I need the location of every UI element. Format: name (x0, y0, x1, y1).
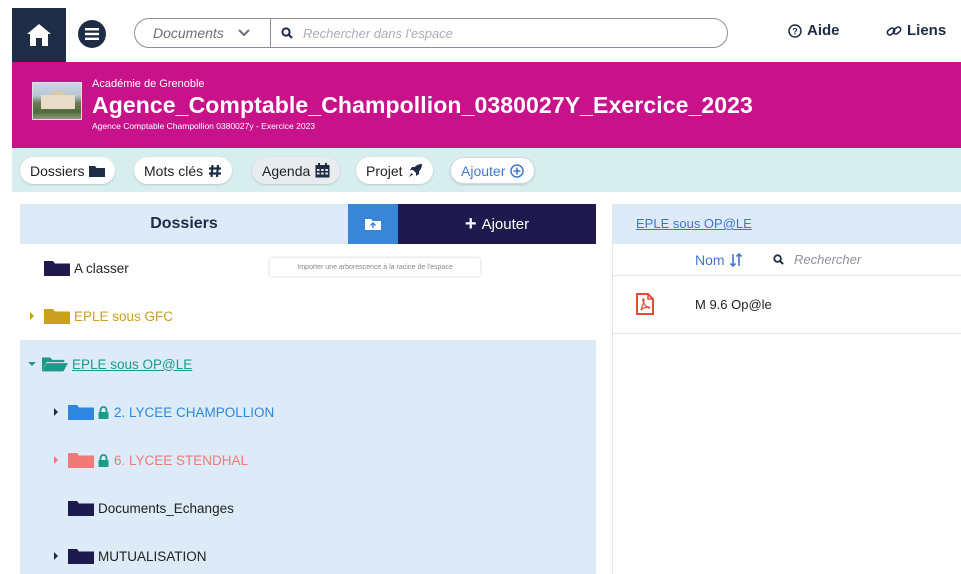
tab-agenda-label: Agenda (262, 162, 311, 179)
tree-item-label: 2. LYCEE CHAMPOLLION (114, 404, 275, 420)
lock-icon (98, 405, 109, 419)
add-folder-label: Ajouter (481, 215, 530, 233)
space-photo (32, 82, 82, 120)
tree-item-label: 6. LYCEE STENDHAL (114, 452, 249, 468)
academy-label: Académie de Grenoble (92, 78, 205, 90)
hash-icon (209, 164, 222, 177)
tab-projet-label: Projet (366, 162, 403, 179)
caret-down-icon (28, 362, 36, 366)
search-input[interactable] (303, 25, 683, 41)
tab-mots-cles-label: Mots clés (144, 162, 204, 179)
breadcrumb[interactable]: EPLE sous OP@LE (636, 216, 752, 231)
links-label: Liens (907, 22, 947, 39)
svg-text:?: ? (792, 26, 798, 36)
search-bar: Documents (134, 18, 728, 48)
document-search-input[interactable] (794, 252, 954, 267)
search-icon (773, 254, 784, 265)
chevron-down-icon (238, 29, 250, 37)
tree-item-label: MUTUALISATION (98, 548, 207, 564)
documents-panel-header: EPLE sous OP@LE (613, 204, 961, 244)
caret-right-icon (54, 552, 58, 560)
plus-circle-icon (510, 163, 525, 178)
top-bar: Documents ? Aide Liens (0, 0, 961, 62)
tree-item-eple-ople[interactable]: EPLE sous OP@LE (20, 340, 596, 388)
file-row[interactable]: M 9.6 Op@le (613, 276, 961, 334)
column-name-label: Nom (695, 251, 725, 268)
help-label: Aide (807, 22, 840, 39)
tabs-bar: Dossiers Mots clés Agenda Projet Ajouter (12, 148, 961, 192)
caret-right-icon (54, 456, 58, 464)
import-folder-button[interactable] (348, 204, 398, 244)
tree-item-eple-gfc[interactable]: EPLE sous GFC (20, 292, 596, 340)
tree-item-label: EPLE sous GFC (74, 308, 174, 324)
tab-mots-cles[interactable]: Mots clés (134, 157, 233, 184)
folders-panel-header: Dossiers + Ajouter (20, 204, 596, 244)
tree-item-lycee-champollion[interactable]: 2. LYCEE CHAMPOLLION (20, 388, 596, 436)
tab-projet[interactable]: Projet (356, 157, 433, 184)
pdf-file-icon (636, 293, 654, 315)
caret-right-icon (54, 408, 58, 416)
link-icon (886, 25, 902, 36)
tree-item-label: A classer (74, 260, 129, 276)
column-header-row: Nom (613, 244, 961, 276)
question-circle-icon: ? (788, 23, 802, 38)
space-subtitle: Agence Comptable Champollion 0380027y - … (92, 121, 316, 131)
folder-icon (68, 453, 94, 468)
folder-icon (44, 309, 70, 324)
folders-panel-title: Dossiers (150, 215, 218, 232)
tab-dossiers[interactable]: Dossiers (20, 157, 116, 184)
tab-ajouter[interactable]: Ajouter (450, 157, 536, 184)
menu-button[interactable] (78, 20, 106, 48)
sort-icon (729, 252, 742, 267)
tree-item-lycee-stendhal[interactable]: 6. LYCEE STENDHAL (20, 436, 596, 484)
tree-item-label: EPLE sous OP@LE (72, 356, 193, 372)
file-name: M 9.6 Op@le (695, 297, 772, 312)
documents-panel: EPLE sous OP@LE Nom M 9.6 Op@le (612, 204, 961, 574)
rocket-icon (408, 164, 422, 177)
folder-import-icon (365, 219, 381, 230)
folder-icon (68, 501, 94, 516)
caret-right-icon (30, 312, 34, 320)
home-icon (27, 24, 51, 46)
help-link[interactable]: ? Aide (788, 22, 840, 39)
tree-item-label: Documents_Echanges (98, 500, 234, 516)
space-title: Agence_Comptable_Champollion_0380027Y_Ex… (92, 92, 753, 118)
plus-icon: + (464, 213, 477, 235)
folders-panel: Dossiers + Ajouter A classer Importer un… (20, 204, 596, 574)
search-field (271, 25, 727, 41)
lock-icon (98, 453, 109, 467)
folder-icon (68, 405, 94, 420)
folder-icon (89, 165, 106, 177)
calendar-icon (315, 163, 330, 178)
tab-agenda[interactable]: Agenda (252, 157, 341, 184)
tab-dossiers-label: Dossiers (30, 162, 85, 179)
tree-item-documents-echanges[interactable]: Documents_Echanges (20, 484, 596, 532)
folder-icon (68, 549, 94, 564)
hamburger-icon (85, 28, 99, 40)
import-tooltip: Importer une arborescence à la racine de… (270, 258, 480, 276)
folder-open-icon (42, 357, 68, 372)
links-link[interactable]: Liens (886, 22, 946, 39)
space-banner: Académie de Grenoble Agence_Comptable_Ch… (12, 62, 961, 148)
search-scope-value: Documents (153, 25, 224, 41)
tab-ajouter-label: Ajouter (461, 162, 506, 179)
add-folder-button[interactable]: + Ajouter (398, 204, 596, 244)
home-button[interactable] (12, 8, 66, 62)
search-scope-select[interactable]: Documents (135, 19, 271, 47)
search-icon (281, 27, 293, 39)
document-search (773, 252, 954, 267)
sort-by-name-button[interactable]: Nom (695, 252, 743, 268)
tree-item-mutualisation[interactable]: MUTUALISATION (20, 532, 596, 574)
folder-icon (44, 261, 70, 276)
